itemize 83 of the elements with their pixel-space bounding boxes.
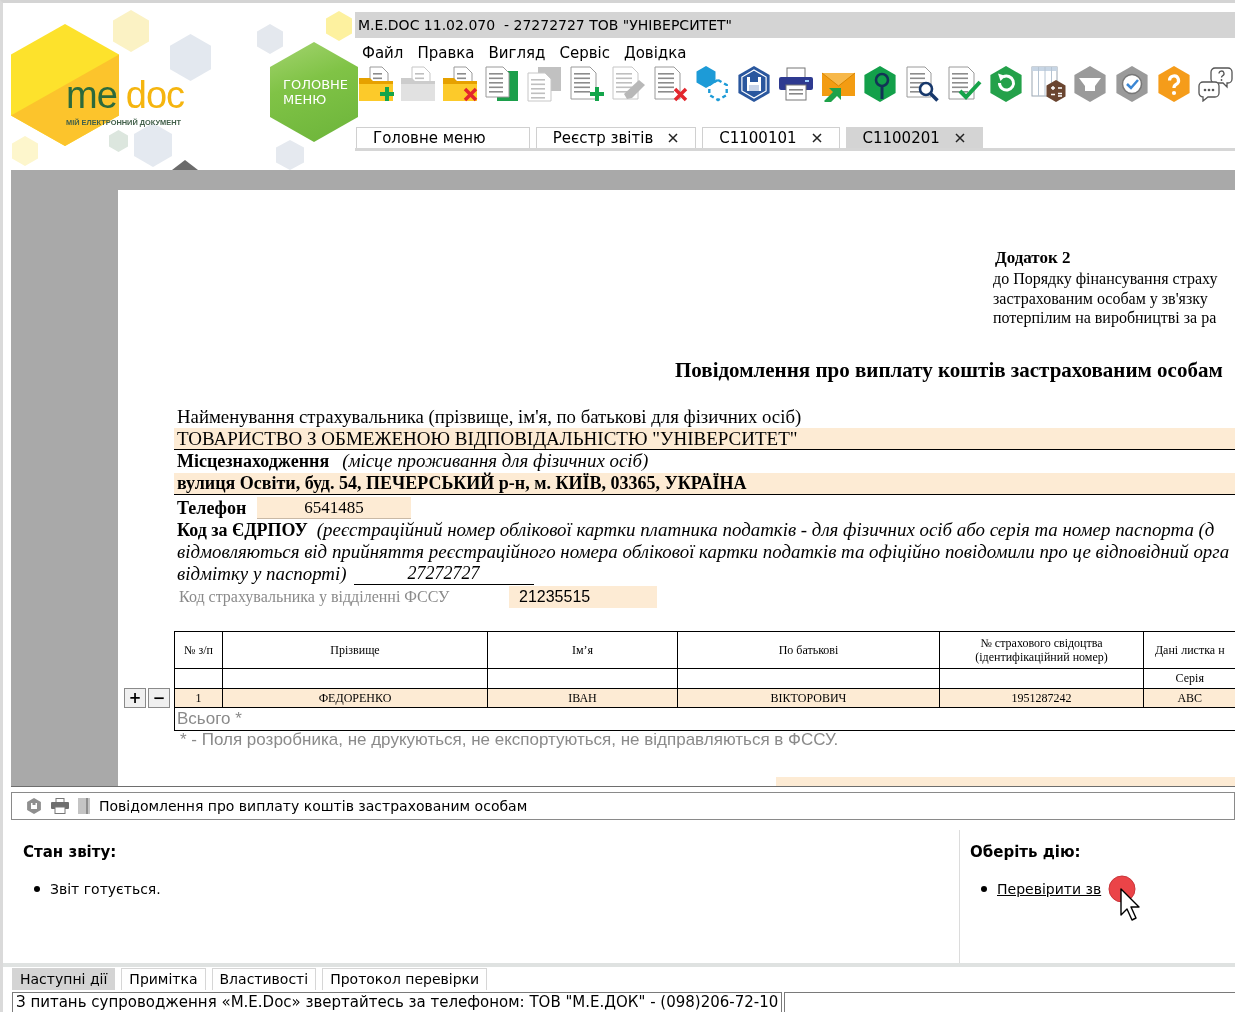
logo-wordmark: doc — [125, 75, 185, 115]
decorative-hexagon — [109, 130, 128, 152]
field-hint: (місце проживання для фізичних осіб) — [342, 449, 649, 472]
add-row-button[interactable]: + — [124, 687, 146, 708]
folder-plus-icon[interactable] — [358, 66, 394, 102]
field-label: Місцезнаходження — [177, 449, 330, 472]
appendix-title: Додаток 2 — [994, 248, 1071, 268]
cursor-click-icon — [1107, 875, 1142, 923]
text-field[interactable]: 27272727 — [353, 562, 534, 585]
refresh-icon[interactable] — [988, 66, 1024, 102]
field-hint: відмовляються від прийняття реєстраційного номера облікової картки податків та офіційно повідомили про це відповідний орга — [177, 540, 1230, 563]
tab[interactable]: Властивості — [211, 968, 317, 990]
text-field[interactable]: ТОВАРИСТВО З ОБМЕЖЕНОЮ ВІДПОВІДАЛЬНІСТЮ "УНІВЕРСИТЕТ" — [174, 427, 1235, 450]
appendix-text: до Порядку фінансування страху застрахованим особам у зв'язку потерпілим на виробництві за ра — [993, 269, 1218, 328]
field-label: Найменування страхувальника (прізвище, ім'я, по батькові для фізичних осіб) — [176, 405, 802, 428]
text-field[interactable]: вулиця Освіти, буд. 54, ПЕЧЕРСЬКИЙ р-н, м. КИЇВ, 03365, УКРАЇНА — [174, 472, 1235, 495]
documents-icon[interactable] — [484, 66, 520, 102]
field-label: Код за ЄДРПОУ — [177, 518, 308, 541]
decorative-hexagon — [170, 34, 211, 81]
hexagon-icon[interactable] — [26, 798, 42, 814]
menu-item[interactable]: Файл — [355, 42, 411, 63]
decorative-hexagon — [326, 11, 352, 41]
tab[interactable]: C1100201 — [845, 127, 983, 148]
close-icon[interactable] — [668, 133, 679, 143]
menu-item[interactable]: Довідка — [616, 42, 694, 63]
decorative-hexagon — [113, 10, 149, 52]
decorative-hexagon — [257, 24, 283, 54]
document-title: Повідомлення про виплату коштів застрахованим особам — [675, 357, 1223, 383]
hexagons-icon[interactable] — [694, 66, 730, 102]
tab[interactable]: Реєстр звітів — [535, 127, 697, 148]
chat-bubbles-icon[interactable] — [1198, 66, 1234, 102]
menu-item[interactable]: Сервіс — [552, 42, 617, 63]
document-search-icon[interactable] — [904, 66, 940, 102]
tab[interactable]: Примітка — [121, 968, 206, 990]
book-icon[interactable] — [78, 798, 90, 814]
status-text: Звіт готується. — [50, 880, 161, 899]
column-header: Прізвище — [222, 631, 488, 668]
status-heading: Стан звіту: — [23, 842, 117, 862]
document-plus-icon[interactable] — [568, 66, 604, 102]
column-header: Дані листка н — [1143, 631, 1235, 668]
document-check-icon[interactable] — [946, 66, 982, 102]
column-header: Ім’я — [487, 631, 678, 668]
hexagon-save-icon[interactable] — [736, 66, 772, 102]
hexagon-search-icon[interactable] — [862, 66, 898, 102]
tab[interactable]: C1100101 — [702, 127, 840, 148]
document-delete-icon[interactable] — [652, 66, 688, 102]
field-hint: (реєстраційний номер облікової картки платника податків - для фізичних осіб або серія та номер паспорта (д — [316, 518, 1215, 541]
tab[interactable]: Наступні дії — [12, 968, 116, 990]
footnote-text: * - Поля розробника, не друкуються, не експортуються, не відправляються в ФССУ. — [180, 730, 839, 749]
text-field[interactable]: 21235515 — [509, 585, 657, 608]
menu-item[interactable]: Правка — [410, 42, 482, 63]
column-header: № страхового свідоцтва (ідентифікаційний номер) — [939, 631, 1144, 668]
printer-icon[interactable] — [778, 66, 814, 102]
table-calculator-icon[interactable] — [1030, 66, 1066, 102]
close-icon[interactable] — [954, 133, 965, 143]
printer-icon[interactable] — [51, 798, 69, 814]
status-message: З питань супроводження «M.E.Doc» звертайтесь за телефоном: ТОВ "М.Е.ДОК" - (098)206-72-10 — [12, 992, 782, 1012]
document-name: Повідомлення про виплату коштів застрахованим особам — [99, 798, 528, 814]
bullet-icon — [34, 886, 40, 892]
help-icon[interactable] — [1156, 66, 1192, 102]
table-cell: Всього * — [174, 707, 1235, 730]
tab[interactable]: Протокол перевірки — [322, 968, 488, 990]
field-label: Телефон — [176, 496, 248, 519]
folder-delete-icon[interactable] — [442, 66, 478, 102]
hexagon-tray-icon[interactable] — [1072, 66, 1108, 102]
close-icon[interactable] — [811, 133, 822, 143]
column-header: № з/п — [174, 631, 223, 668]
tab[interactable]: Головне меню — [356, 127, 530, 148]
menu-item[interactable]: Вигляд — [481, 42, 553, 63]
text-field[interactable]: 6541485 — [257, 496, 411, 519]
decorative-hexagon — [276, 140, 304, 170]
action-link[interactable]: Перевірити зв — [997, 879, 1102, 899]
bullet-icon — [981, 886, 987, 892]
field-hint: відмітку у паспорті) — [177, 562, 347, 585]
column-header: По батькові — [677, 631, 940, 668]
remove-row-button[interactable]: − — [148, 687, 170, 708]
field-label: Код страхувальника у відділенні ФССУ — [178, 586, 451, 608]
hexagon-check-icon[interactable] — [1114, 66, 1150, 102]
decorative-hexagon — [12, 136, 38, 166]
window-title: M.E.DOC 11.02.070 - 27272727 ТОВ "УНІВЕРСИТЕТ" — [355, 12, 1235, 38]
actions-heading: Оберіть дію: — [970, 842, 1081, 862]
logo-wordmark: me — [66, 75, 117, 115]
input-field[interactable] — [776, 776, 1235, 786]
